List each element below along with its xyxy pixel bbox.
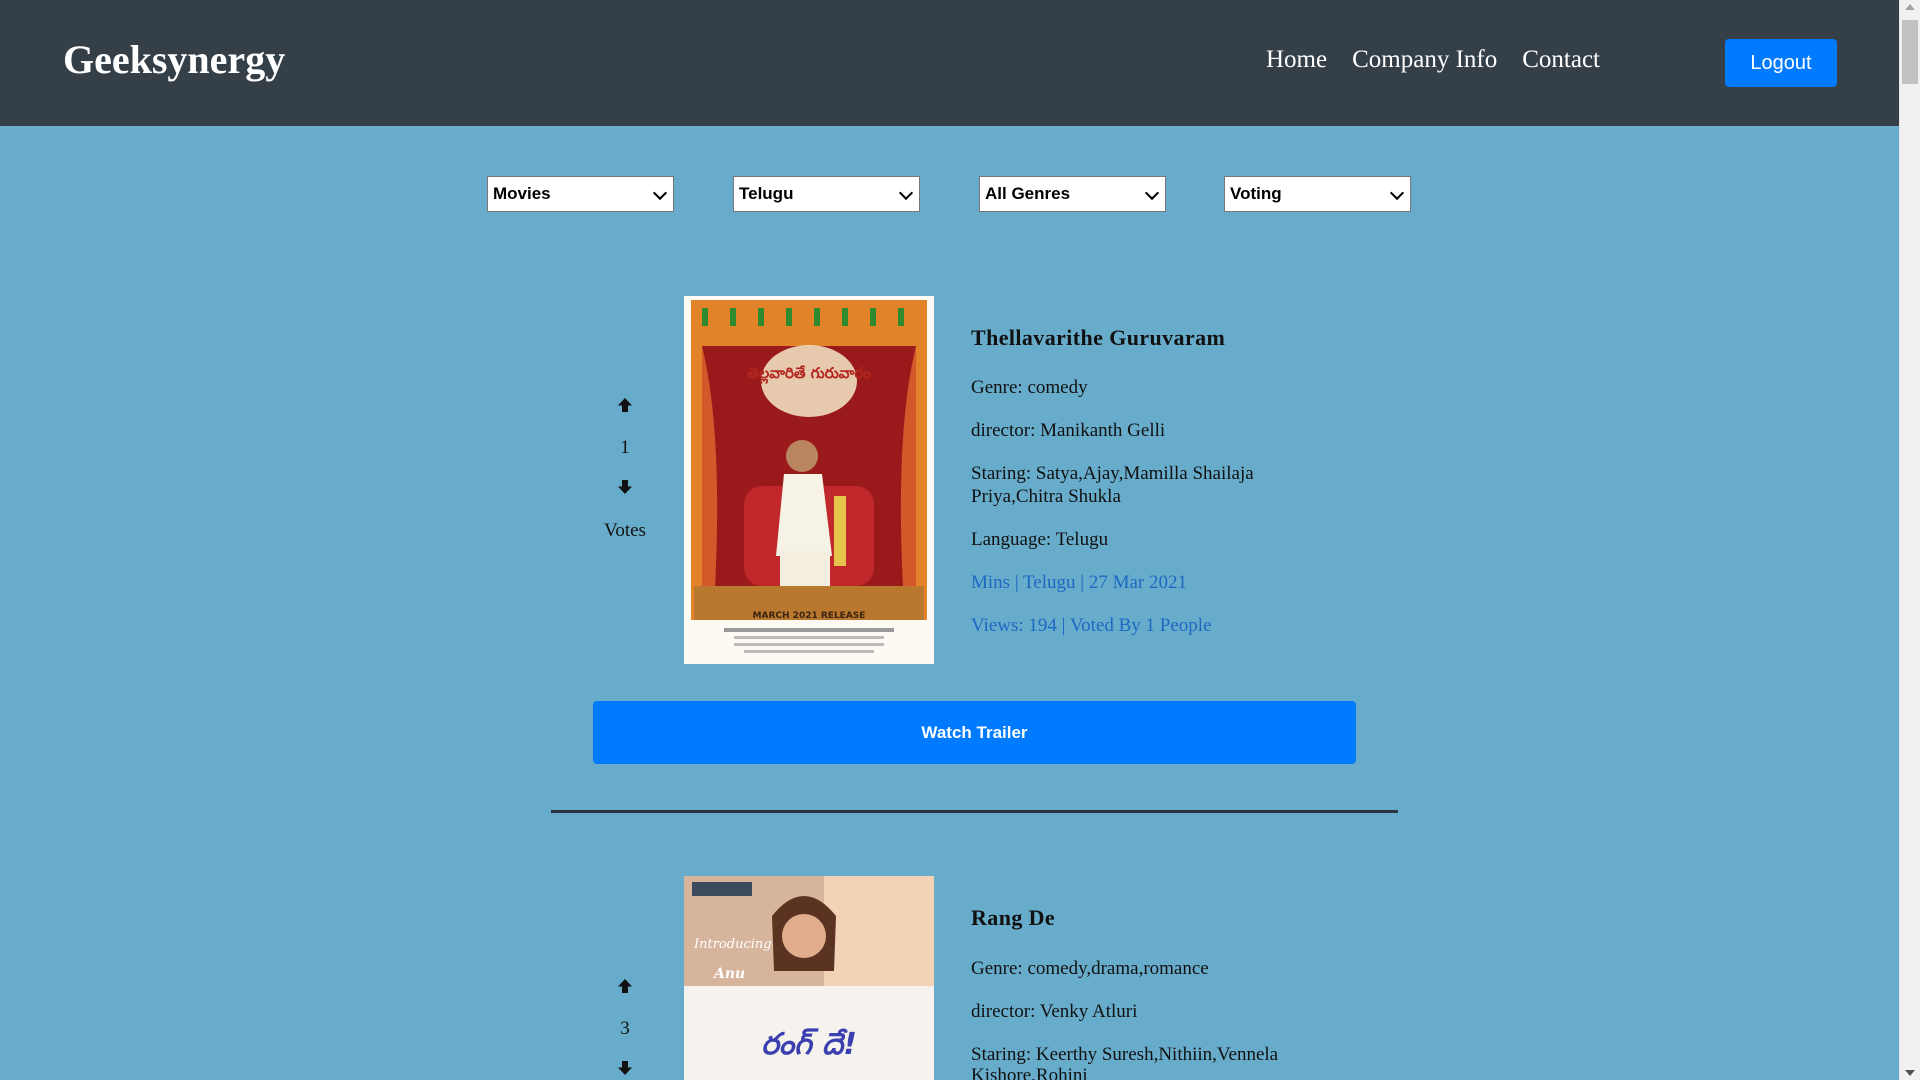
poster-tag-name: Anu — [712, 966, 745, 982]
arrow-down-icon[interactable] — [617, 479, 633, 495]
movie-poster[interactable]: తెల్లవారితే గురువారం MARCH 2021 RELEASE — [684, 296, 934, 664]
votes-label: Votes — [604, 520, 646, 541]
nav-contact-link[interactable]: Contact — [1522, 46, 1600, 74]
sort-select[interactable]: Voting — [1224, 176, 1411, 212]
watch-trailer-button[interactable]: Watch Trailer — [593, 701, 1356, 764]
poster-release-text: MARCH 2021 RELEASE — [753, 611, 866, 621]
chevron-down-icon — [1389, 185, 1405, 201]
genre-select[interactable]: All Genres — [979, 176, 1166, 212]
poster-tag-introducing: Introducing — [693, 937, 772, 952]
arrow-up-icon[interactable] — [617, 978, 633, 994]
movie-cast-line1: Staring: Keerthy Suresh,Nithiin,Vennela — [971, 1044, 1279, 1065]
brand-logo[interactable]: Geeksynergy — [63, 36, 285, 83]
navbar: Geeksynergy Home Company Info Contact Lo… — [0, 0, 1899, 126]
movie-title[interactable]: Rang De — [971, 906, 1301, 929]
poster-title-text: తెల్లవారితే గురువారం — [747, 364, 871, 384]
nav-company-info-link[interactable]: Company Info — [1352, 46, 1497, 74]
chevron-down-icon — [898, 185, 914, 201]
vote-count: 1 — [620, 437, 630, 458]
page-scrollbar[interactable] — [1899, 0, 1920, 1080]
movie-poster[interactable]: Introducing Anu రంగ్ దే! — [684, 876, 934, 1080]
movie-title[interactable]: Thellavarithe Guruvaram — [971, 326, 1301, 349]
scroll-down-icon[interactable] — [1905, 1070, 1915, 1076]
movie-language: Language: Telugu — [971, 529, 1109, 550]
movie-divider — [551, 810, 1398, 813]
poster-image: తెల్లవారితే గురువారం MARCH 2021 RELEASE — [684, 296, 934, 664]
movie-genre: Genre: comedy — [971, 377, 1088, 398]
movie-director: director: Manikanth Gelli — [971, 420, 1166, 441]
nav-home-link[interactable]: Home — [1266, 46, 1327, 74]
chevron-down-icon — [652, 185, 668, 201]
movie-views: Views: 194 | Voted By 1 People — [971, 615, 1212, 636]
movie-meta: Mins | Telugu | 27 Mar 2021 — [971, 572, 1187, 593]
genre-select-value: All Genres — [985, 184, 1071, 203]
movie-genre: Genre: comedy,drama,romance — [971, 958, 1209, 979]
movie-cast-line1: Staring: Satya,Ajay,Mamilla Shailaja — [971, 463, 1254, 484]
language-select[interactable]: Telugu — [733, 176, 920, 212]
logout-button[interactable]: Logout — [1725, 39, 1837, 87]
movie-cast-line2: Kishore,Rohini — [971, 1065, 1088, 1080]
arrow-up-icon[interactable] — [617, 397, 633, 413]
nav-links: Home Company Info Contact — [1266, 46, 1600, 74]
poster-title-text: రంగ్ దే! — [761, 1027, 857, 1062]
movie-director: director: Venky Atluri — [971, 1001, 1138, 1022]
language-select-value: Telugu — [739, 184, 794, 203]
poster-image: Introducing Anu రంగ్ దే! — [684, 876, 934, 1080]
scroll-thumb[interactable] — [1902, 20, 1918, 84]
category-select-value: Movies — [493, 184, 551, 203]
scroll-up-icon[interactable] — [1905, 4, 1915, 10]
sort-select-value: Voting — [1230, 184, 1282, 203]
arrow-down-icon[interactable] — [617, 1060, 633, 1076]
category-select[interactable]: Movies — [487, 176, 674, 212]
vote-count: 3 — [620, 1018, 630, 1039]
chevron-down-icon — [1144, 185, 1160, 201]
movie-cast-line2: Priya,Chitra Shukla — [971, 486, 1121, 507]
